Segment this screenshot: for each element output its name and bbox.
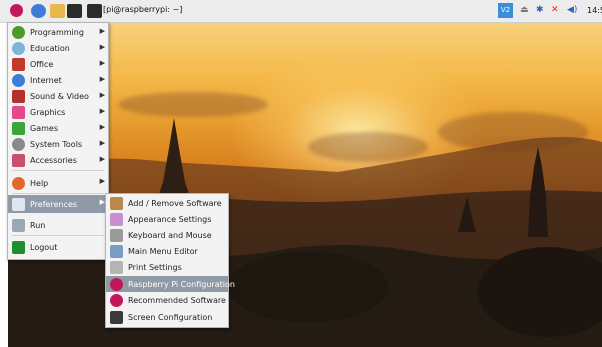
terminal-window-button[interactable]: [pi@raspberrypi: ~] [103,5,182,14]
submenu-item-appearance-settings[interactable]: Appearance Settings [106,211,228,227]
submenu-arrow-icon: ▶ [99,177,105,185]
eject-icon[interactable]: ⏏ [520,5,529,16]
menu-separator [12,170,104,171]
preferences-icon [12,197,25,211]
terminal-window-icon[interactable] [87,4,102,18]
submenu-item-add-remove-software[interactable]: Add / Remove Software [106,195,228,211]
menu-item-label: Office [30,59,54,69]
graphics-icon [12,105,25,119]
office-icon [12,57,25,71]
system-tools-icon [12,137,25,151]
menu-editor-icon [110,244,123,258]
logout-icon [12,240,25,254]
menu-item-label: Main Menu Editor [128,246,198,256]
submenu-arrow-icon: ▶ [99,43,105,51]
internet-icon [12,73,25,87]
terminal-icon[interactable] [67,4,82,18]
package-icon [110,196,123,210]
printer-icon [110,260,123,274]
submenu-arrow-icon: ▶ [99,155,105,163]
menu-item-label: Sound & Video [30,91,89,101]
submenu-item-print-settings[interactable]: Print Settings [106,259,228,275]
submenu-arrow-icon: ▶ [99,59,105,67]
menu-item-games[interactable]: Games ▶ [8,120,108,136]
games-icon [12,121,25,135]
menu-item-label: Internet [30,75,62,85]
sound-video-icon [12,89,25,103]
menu-item-accessories[interactable]: Accessories ▶ [8,152,108,168]
menu-item-run[interactable]: Run [8,216,108,234]
keyboard-icon [110,228,123,242]
menu-item-label: System Tools [30,139,83,149]
menu-item-internet[interactable]: Internet ▶ [8,72,108,88]
menu-item-logout[interactable]: Logout [8,238,108,256]
menu-item-label: Programming [30,27,84,37]
menu-item-label: Appearance Settings [128,214,212,224]
preferences-submenu: Add / Remove Software Appearance Setting… [105,193,235,328]
run-icon [12,218,25,232]
programming-icon [12,25,25,39]
menu-item-label: Recommended Software [128,295,226,305]
submenu-arrow-icon: ▶ [99,107,105,115]
raspberry-icon [110,293,123,307]
web-browser-icon[interactable] [31,4,46,18]
menu-item-office[interactable]: Office ▶ [8,56,108,72]
taskbar: [pi@raspberrypi: ~] V2 ⏏ ✱ ✕ ◀) 14:5 [0,0,602,23]
raspberry-menu-icon[interactable] [10,4,23,17]
submenu-item-raspberry-pi-configuration[interactable]: Raspberry Pi Configuration [106,276,235,292]
menu-item-education[interactable]: Education ▶ [8,40,108,56]
raspberry-icon [110,277,123,291]
menu-item-label: Keyboard and Mouse [128,230,212,240]
menu-item-label: Preferences [30,199,78,209]
submenu-item-keyboard-mouse[interactable]: Keyboard and Mouse [106,227,228,243]
menu-item-preferences[interactable]: Preferences ▶ [8,195,108,213]
menu-item-label: Graphics [30,107,66,117]
submenu-arrow-icon: ▶ [99,27,105,35]
vnc-icon[interactable]: V2 [498,3,513,18]
menu-item-label: Games [30,123,58,133]
help-icon [12,176,25,190]
menu-separator [12,193,104,194]
menu-item-label: Run [30,220,46,230]
submenu-arrow-icon: ▶ [99,91,105,99]
submenu-arrow-icon: ▶ [99,139,105,147]
submenu-item-screen-configuration[interactable]: Screen Configuration [106,309,228,325]
bluetooth-icon[interactable]: ✱ [536,5,544,16]
menu-item-label: Screen Configuration [128,312,213,322]
clock[interactable]: 14:5 [587,5,602,16]
network-disconnected-icon[interactable]: ✕ [551,5,559,16]
submenu-item-main-menu-editor[interactable]: Main Menu Editor [106,243,228,259]
appearance-icon [110,212,123,226]
menu-item-label: Help [30,178,49,188]
menu-item-label: Print Settings [128,262,182,272]
menu-item-label: Logout [30,242,58,252]
submenu-item-recommended-software[interactable]: Recommended Software [106,292,228,308]
accessories-icon [12,153,25,167]
menu-item-label: Raspberry Pi Configuration [128,279,235,289]
menu-item-graphics[interactable]: Graphics ▶ [8,104,108,120]
application-menu: Programming ▶ Education ▶ Office ▶ Inter… [7,22,109,260]
menu-item-programming[interactable]: Programming ▶ [8,24,108,40]
education-icon [12,41,25,55]
menu-item-system-tools[interactable]: System Tools ▶ [8,136,108,152]
monitor-icon [110,310,123,324]
menu-item-sound-video[interactable]: Sound & Video ▶ [8,88,108,104]
menu-item-label: Education [30,43,70,53]
file-manager-icon[interactable] [50,4,65,18]
submenu-arrow-icon: ▶ [99,75,105,83]
volume-icon[interactable]: ◀) [567,5,577,16]
submenu-arrow-icon: ▶ [99,123,105,131]
menu-separator [12,235,104,236]
menu-item-label: Add / Remove Software [128,198,222,208]
menu-item-label: Accessories [30,155,77,165]
menu-item-help[interactable]: Help ▶ [8,174,108,192]
